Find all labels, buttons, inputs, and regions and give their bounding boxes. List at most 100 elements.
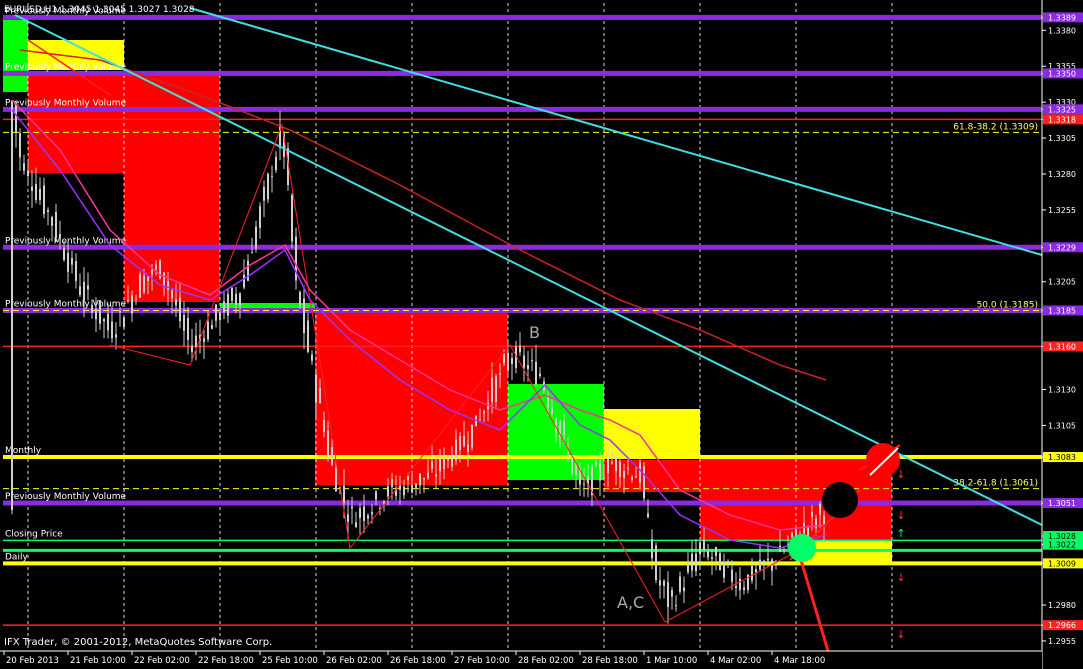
candle-body-148 (603, 477, 605, 479)
candle-body-10 (51, 217, 53, 226)
circle-marker-black (822, 482, 858, 518)
candle-body-121 (495, 375, 497, 402)
candle-body-17 (79, 286, 81, 296)
candle-body-189 (767, 558, 769, 561)
candle-body-9 (47, 209, 49, 213)
candle-body-76 (315, 374, 317, 403)
candle-body-169 (687, 563, 689, 573)
candle-body-16 (75, 261, 77, 281)
candle-body-6 (35, 184, 37, 201)
candle-body-15 (71, 257, 73, 265)
candle-body-108 (443, 457, 445, 470)
price-tag-label-3: 1.3318 (1048, 115, 1076, 124)
candle-body-166 (675, 605, 677, 607)
candle-body-70 (291, 195, 293, 242)
candle-body-130 (531, 360, 533, 362)
candle-body-128 (523, 355, 525, 368)
candle-body-192 (779, 545, 781, 552)
candle-body-90 (371, 512, 373, 515)
level-label-10: Daily (5, 552, 28, 562)
candle-body-140 (571, 456, 573, 474)
candle-body-138 (563, 420, 565, 436)
candle-body-12 (59, 233, 61, 239)
candle-body-143 (583, 483, 585, 485)
zone-2 (28, 75, 124, 173)
price-tick-label-15: 1.3105 (1048, 421, 1076, 430)
candle-body-179 (727, 561, 729, 563)
candle-body-2 (19, 133, 21, 158)
candle-body-117 (479, 419, 481, 421)
candle-body-99 (407, 476, 409, 481)
candle-body-80 (331, 447, 333, 465)
chart-window: Previously Monthly Volume Previously Mont… (0, 0, 1083, 669)
arrow-marker-0: ↓ (896, 468, 905, 481)
candle-body-158 (643, 466, 645, 499)
candle-body-28 (123, 317, 125, 328)
candle-body-51 (215, 304, 217, 321)
candle-body-201 (815, 518, 817, 529)
arrow-marker-4: ↓ (896, 628, 905, 641)
candle-body-4 (27, 170, 29, 177)
candle-body-114 (467, 444, 469, 452)
candle-body-153 (623, 471, 625, 478)
candle-body-104 (427, 472, 429, 479)
candle-body-39 (167, 281, 169, 291)
candle-body-46 (195, 335, 197, 347)
candle-body-78 (323, 419, 325, 433)
candle-body-152 (619, 461, 621, 478)
candle-body-202 (819, 503, 821, 515)
candle-body-42 (179, 297, 181, 322)
candle-body-81 (335, 467, 337, 492)
candle-body-98 (403, 486, 405, 496)
zone-8 (604, 460, 700, 492)
candle-body-22 (99, 300, 101, 324)
candle-body-165 (671, 590, 673, 597)
price-tick-label-1: 1.3380 (1048, 26, 1076, 35)
candle-body-107 (439, 455, 441, 472)
time-tick-label-9: 28 Feb 18:00 (582, 656, 638, 666)
candle-body-44 (187, 317, 189, 340)
candle-body-155 (631, 477, 633, 480)
level-label-8: Previously Monthly Volume (5, 492, 127, 502)
candle-body-123 (503, 353, 505, 364)
candle-body-18 (83, 282, 85, 301)
price-chart[interactable]: Previously Monthly Volume Previously Mont… (0, 0, 1083, 669)
candle-body-105 (431, 461, 433, 469)
candle-body-156 (635, 476, 637, 478)
price-tag-label-1: 1.3350 (1048, 69, 1076, 78)
time-tick-label-2: 22 Feb 02:00 (134, 656, 190, 666)
symbol-info: EURUSD,H1 1.3045 1.3045 1.3027 1.3028 (4, 5, 195, 15)
candle-body-41 (175, 299, 177, 306)
candle-body-154 (627, 467, 629, 469)
candle-body-193 (783, 550, 785, 552)
candle-body-135 (551, 408, 553, 414)
candle-body-3 (23, 163, 25, 171)
candle-body-163 (663, 580, 665, 586)
time-tick-label-0: 20 Feb 2013 (6, 656, 59, 666)
candle-body-56 (235, 293, 237, 305)
candle-body-151 (615, 458, 617, 472)
candle-body-27 (119, 311, 121, 313)
candle-body-171 (695, 553, 697, 572)
candle-body-95 (391, 479, 393, 488)
candle-body-23 (103, 319, 105, 322)
arrow-marker-1: ↓ (896, 509, 905, 522)
candle-body-129 (527, 364, 529, 369)
time-tick-label-12: 4 Mar 18:00 (774, 656, 825, 666)
candle-body-13 (63, 248, 65, 261)
candle-body-45 (191, 345, 193, 353)
candle-body-139 (567, 452, 569, 454)
candle-body-102 (419, 473, 421, 486)
candle-body-112 (459, 436, 461, 451)
candle-body-191 (775, 563, 777, 565)
copyright-text: IFX Trader, © 2001-2012, MetaQuotes Soft… (4, 637, 272, 648)
price-tick-label-14: 1.3130 (1048, 386, 1076, 395)
price-tag-label-4: 1.3229 (1048, 243, 1076, 252)
level-label-9: Closing Price (5, 529, 63, 539)
price-axis: 1.33891.33801.33551.33501.33301.33251.33… (1041, 0, 1083, 669)
candle-body-106 (435, 474, 437, 477)
candle-body-79 (327, 430, 329, 458)
price-tag-label-8: 1.3051 (1048, 499, 1076, 508)
candle-body-118 (483, 411, 485, 414)
candle-body-149 (607, 458, 609, 474)
